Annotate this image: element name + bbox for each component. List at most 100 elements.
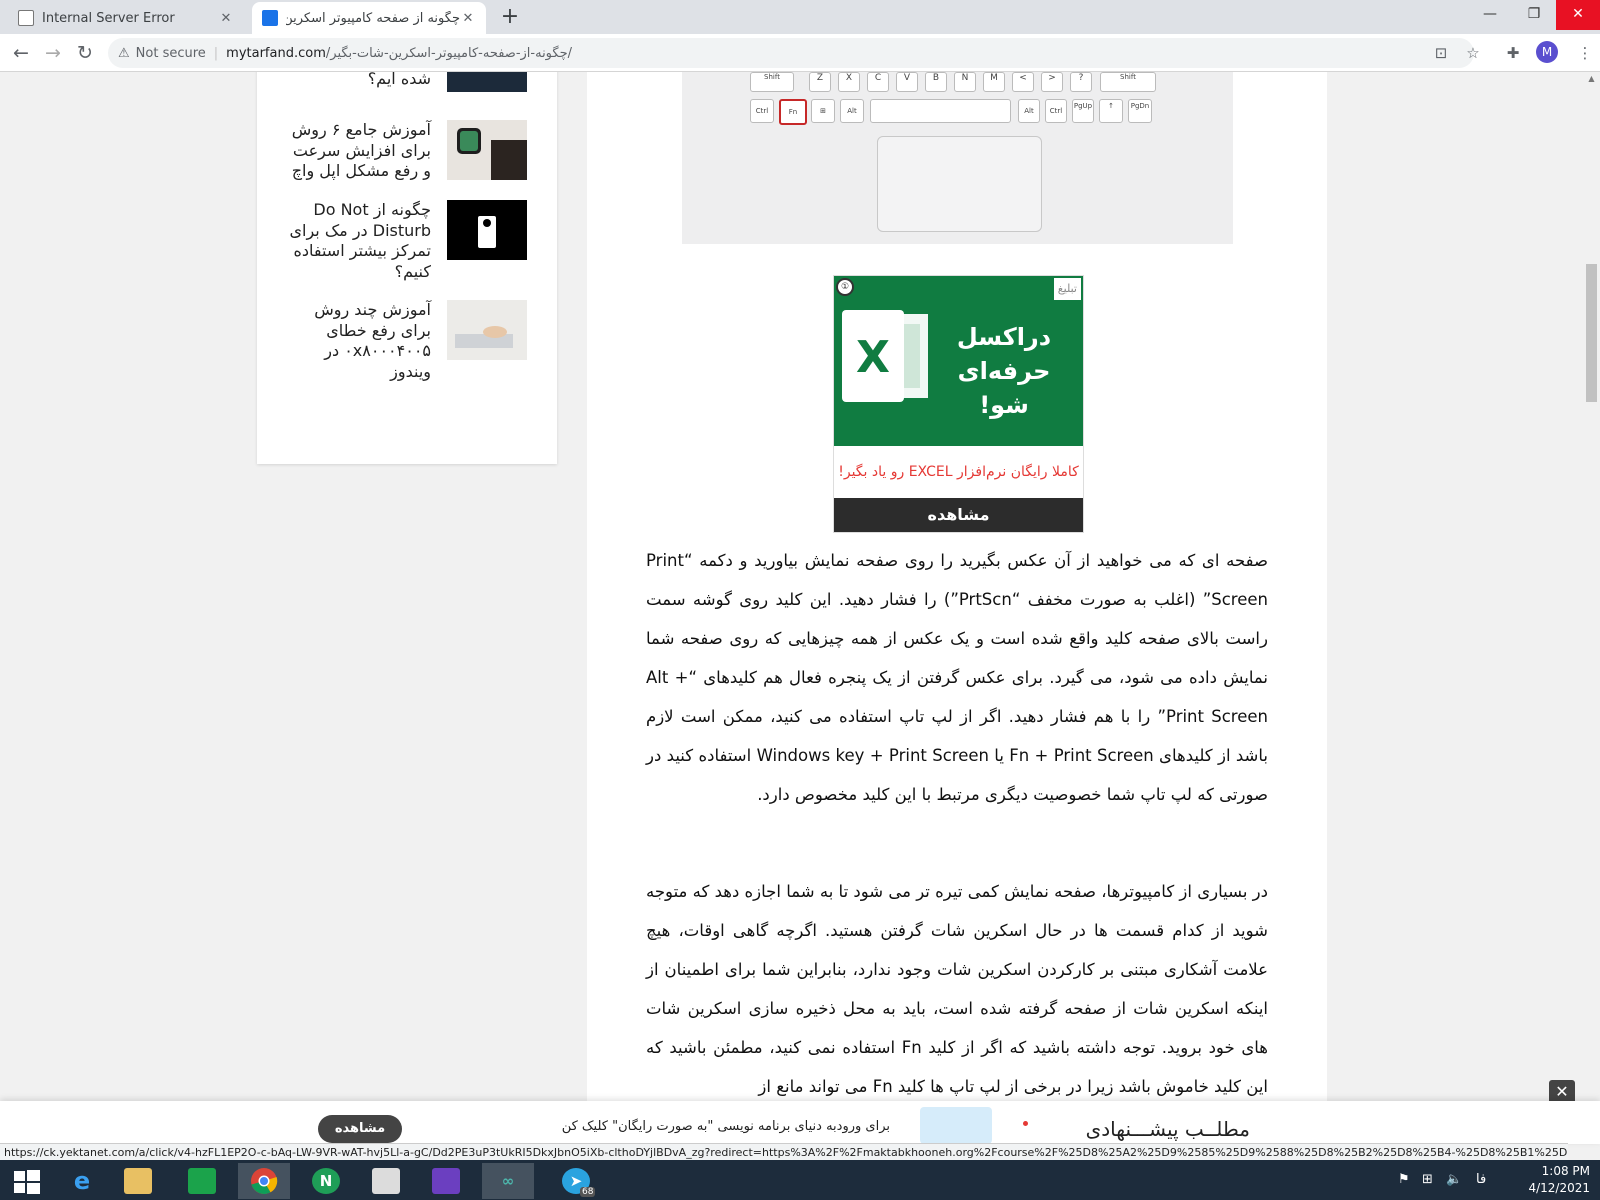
keyboard-key: Ctrl — [750, 99, 774, 123]
minimize-button[interactable]: — — [1468, 0, 1512, 30]
post-title[interactable]: WhatsApp بلاک شده ایم؟ — [281, 72, 431, 92]
visual-studio-icon[interactable] — [420, 1163, 472, 1199]
tab-close-icon[interactable]: ✕ — [218, 11, 234, 26]
keyboard-key: PgDn — [1128, 99, 1152, 123]
post-thumbnail[interactable] — [447, 200, 527, 260]
keyboard-key: < — [1012, 72, 1034, 92]
back-button[interactable]: ← — [8, 40, 34, 66]
tab-close-icon[interactable]: ✕ — [460, 11, 476, 26]
watch-photo-icon — [447, 120, 527, 180]
sidebar-post[interactable]: آموزش جامع ۶ روش برای افزایش سرعت و رفع … — [257, 120, 527, 182]
browser-toolbar: ← → ↻ ⚠ Not secure | mytarfand.com /چگون… — [0, 34, 1600, 72]
forward-button[interactable]: → — [40, 40, 66, 66]
recommended-post-bar[interactable]: مشاهده برای ورودبه دنیای برنامه نویسی "ب… — [0, 1101, 1600, 1144]
security-label[interactable]: Not secure — [136, 46, 206, 61]
windows-taskbar: e N ∞ ➤ 68 ⚑ ⊞ 🔈 فا 1:08 PM 4/12/2021 — [0, 1160, 1600, 1200]
reload-button[interactable]: ↻ — [72, 40, 98, 66]
start-button[interactable] — [0, 1163, 52, 1199]
link-status-url: https://ck.yektanet.com/a/click/v4-hzFL1… — [0, 1143, 1568, 1161]
post-title[interactable]: چگونه از Do Not Disturb در مک برای تمرکز… — [281, 200, 432, 282]
post-thumbnail[interactable] — [447, 72, 527, 92]
ad-subtitle[interactable]: کاملا رایگان نرم‌افزار EXCEL رو یاد بگیر… — [834, 446, 1083, 498]
keyboard-key: > — [1041, 72, 1063, 92]
url-path[interactable]: /چگونه-از-صفحه-کامپیوتر-اسکرین-شات-بگیر/ — [326, 46, 572, 61]
post-thumbnail[interactable] — [447, 300, 527, 360]
laptop-keyboard-image: Shift Z X C V B N M < > ? Shift Ctrl Fn … — [682, 72, 1233, 244]
clock-time: 1:08 PM — [1541, 1164, 1590, 1178]
post-title[interactable]: آموزش چند روش برای رفع خطای ۰x۸۰۰۰۴۰۰۵ د… — [281, 300, 431, 382]
chrome-logo-icon — [251, 1168, 278, 1195]
flag-icon[interactable]: ⚑ — [1398, 1172, 1410, 1187]
restore-button[interactable]: ❐ — [1512, 0, 1556, 30]
telegram-icon[interactable]: ➤ 68 — [550, 1163, 602, 1199]
tab-title: چگونه از صفحه کامپیوتر اسکرین شا — [286, 10, 460, 26]
promo-thumbnail[interactable] — [920, 1107, 992, 1144]
post-title[interactable]: آموزش جامع ۶ روش برای افزایش سرعت و رفع … — [281, 120, 431, 182]
notification-dot-icon — [1023, 1121, 1028, 1126]
chrome-icon[interactable] — [238, 1163, 290, 1199]
ad-view-button[interactable]: مشاهده — [834, 498, 1083, 532]
translate-icon[interactable]: ⊡ — [1430, 42, 1452, 64]
article-content: Shift Z X C V B N M < > ? Shift Ctrl Fn … — [587, 72, 1327, 1144]
tab-active-article[interactable]: چگونه از صفحه کامپیوتر اسکرین شا ✕ — [252, 2, 486, 34]
fn-key-highlighted: Fn — [779, 99, 807, 125]
sidebar-post[interactable]: چگونه از Do Not Disturb در مک برای تمرکز… — [257, 200, 527, 282]
page-icon — [18, 10, 34, 26]
file-explorer-icon[interactable] — [112, 1163, 164, 1199]
promo-view-button[interactable]: مشاهده — [318, 1115, 402, 1143]
network-icon[interactable]: ⊞ — [1422, 1172, 1433, 1187]
page-viewport: WhatsApp بلاک شده ایم؟ آموزش جامع ۶ روش … — [0, 72, 1600, 1144]
volume-icon[interactable]: 🔈 — [1446, 1172, 1462, 1187]
sidebar-post[interactable]: WhatsApp بلاک شده ایم؟ — [257, 72, 527, 92]
profile-avatar[interactable]: M — [1536, 41, 1558, 63]
tab-internal-server-error[interactable]: Internal Server Error ✕ — [8, 2, 244, 34]
keyboard-key: Ctrl — [1045, 99, 1067, 123]
arduino-icon[interactable]: ∞ — [482, 1163, 534, 1199]
excel-logo-icon: X — [842, 310, 928, 402]
keyboard-key: Alt — [840, 99, 864, 123]
do-not-disturb-sign-icon — [447, 200, 527, 260]
windows-logo-icon — [14, 1170, 40, 1194]
extensions-puzzle-icon[interactable]: ✚ — [1502, 42, 1524, 64]
ad-banner[interactable]: X دراکسل حرفه‌ای شو! تبلیغ ① — [834, 276, 1083, 446]
laptop-typing-photo-icon — [447, 300, 527, 360]
url-domain[interactable]: mytarfand.com — [226, 46, 326, 61]
site-favicon-icon — [262, 10, 278, 26]
omnibox-divider: | — [213, 45, 219, 61]
new-tab-button[interactable]: + — [496, 5, 524, 31]
sidebar-post[interactable]: آموزش چند روش برای رفع خطای ۰x۸۰۰۰۴۰۰۵ د… — [257, 300, 527, 382]
scrollbar-thumb[interactable] — [1586, 264, 1597, 402]
notepad-plus-icon[interactable]: N — [300, 1163, 352, 1199]
page-scrollbar[interactable]: ▲ ▼ — [1583, 72, 1600, 1144]
input-language[interactable]: فا — [1476, 1172, 1486, 1187]
promo-heading: مطلــب پیشـــنهادی — [1085, 1117, 1250, 1141]
keyboard-key: V — [896, 72, 918, 92]
window-close-button[interactable]: ✕ — [1556, 0, 1600, 30]
promo-text[interactable]: برای ورودبه دنیای برنامه نویسی "به صورت … — [420, 1119, 890, 1134]
notes-app-icon[interactable] — [360, 1163, 412, 1199]
taskbar-clock[interactable]: 1:08 PM 4/12/2021 — [1520, 1163, 1590, 1197]
keyboard-key: C — [867, 72, 889, 92]
excel-logo-letter: X — [856, 332, 890, 383]
keyboard-key: X — [838, 72, 860, 92]
ad-label: تبلیغ — [1053, 278, 1081, 300]
clock-date: 4/12/2021 — [1528, 1181, 1590, 1195]
bookmark-star-icon[interactable]: ☆ — [1462, 42, 1484, 64]
address-bar[interactable]: ⚠ Not secure | mytarfand.com /چگونه-از-ص… — [108, 38, 1474, 68]
tab-title: Internal Server Error — [42, 10, 175, 26]
internet-explorer-icon[interactable]: e — [56, 1163, 108, 1199]
excel-course-ad[interactable]: X دراکسل حرفه‌ای شو! تبلیغ ① کاملا رایگا… — [833, 275, 1084, 533]
article-paragraph: در بسیاری از کامپیوترها، صفحه نمایش کمی … — [646, 882, 1268, 1096]
menu-kebab-icon[interactable]: ⋮ — [1574, 42, 1596, 64]
scroll-up-arrow-icon[interactable]: ▲ — [1583, 72, 1600, 86]
ad-info-icon[interactable]: ① — [836, 278, 854, 296]
browser-tab-strip: Internal Server Error ✕ چگونه از صفحه کا… — [0, 0, 1600, 34]
space-bar — [870, 99, 1011, 123]
post-thumbnail[interactable] — [447, 120, 527, 180]
keyboard-key: B — [925, 72, 947, 92]
related-posts-sidebar: WhatsApp بلاک شده ایم؟ آموزش جامع ۶ روش … — [257, 72, 557, 464]
store-icon[interactable] — [176, 1163, 228, 1199]
article-paragraph: صفحه ای که می خواهید از آن عکس بگیرید را… — [646, 551, 1268, 804]
ad-headline[interactable]: دراکسل حرفه‌ای شو! — [939, 320, 1069, 422]
warning-icon[interactable]: ⚠ — [118, 46, 130, 61]
